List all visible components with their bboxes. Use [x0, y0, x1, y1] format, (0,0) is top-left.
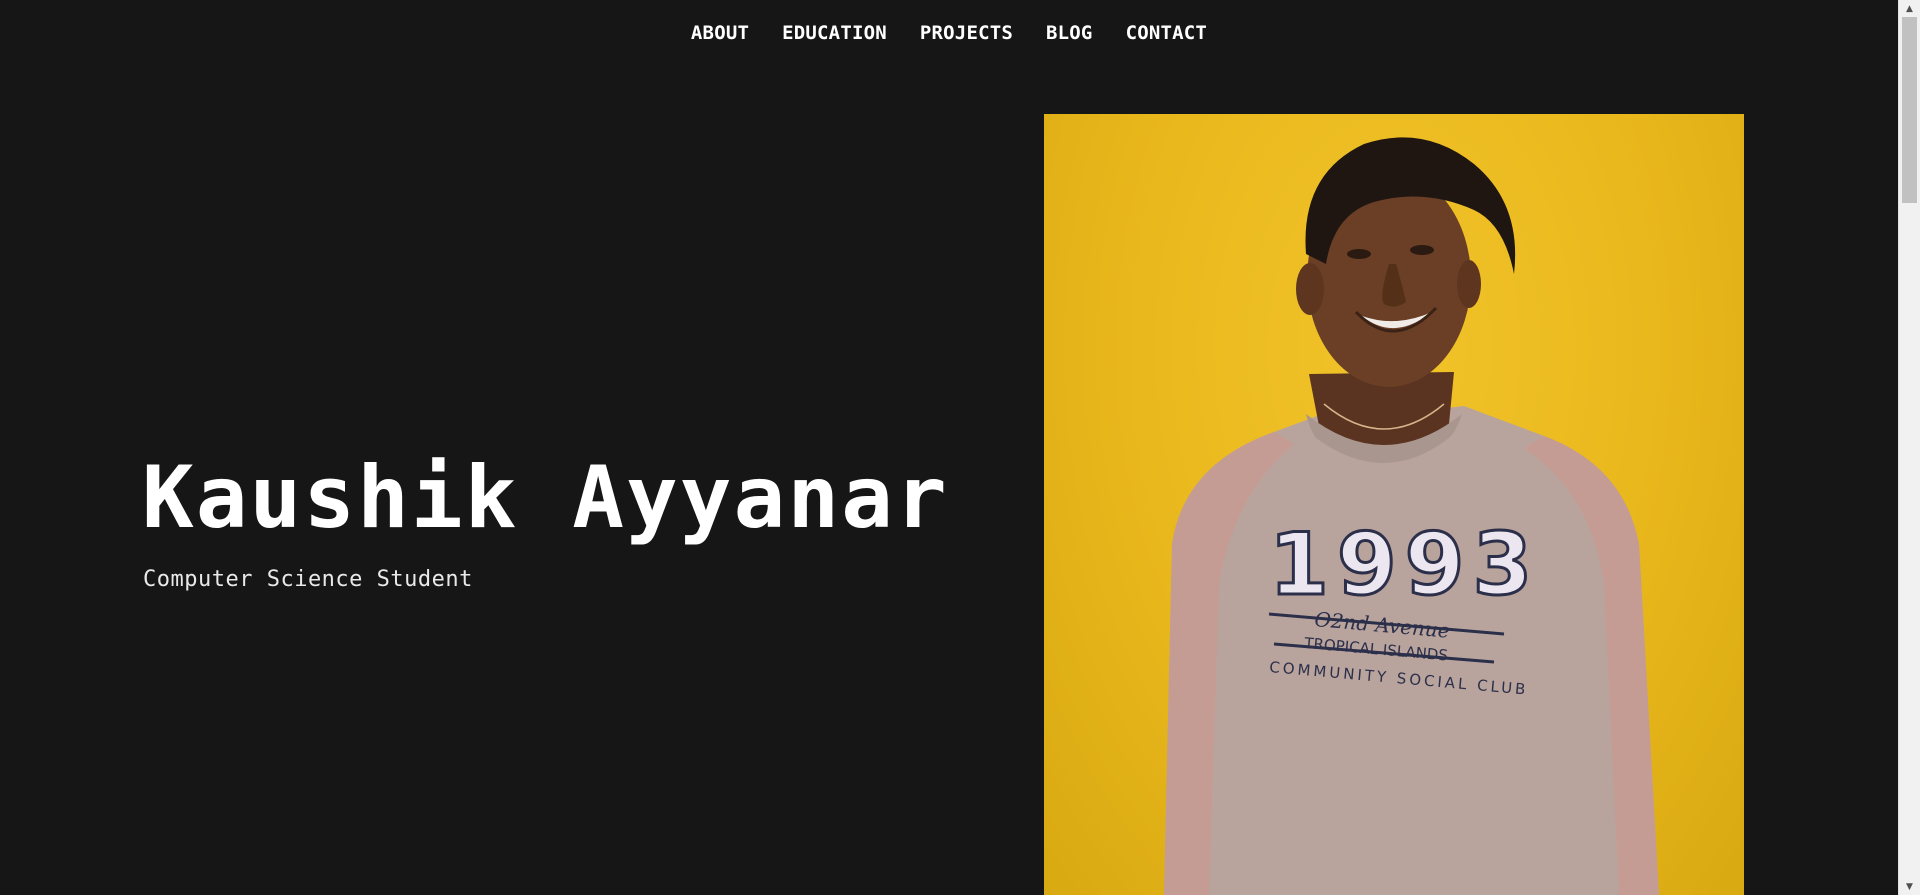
- scroll-down-arrow-icon[interactable]: ▼: [1899, 878, 1920, 895]
- profile-photo: 1993 O2nd Avenue TROPICAL ISLANDS COMMUN…: [1044, 114, 1744, 895]
- vertical-scrollbar[interactable]: ▲ ▼: [1898, 0, 1920, 895]
- nav-item-about[interactable]: ABOUT: [691, 22, 749, 44]
- nav-item-blog[interactable]: BLOG: [1046, 22, 1093, 44]
- main-nav: ABOUT EDUCATION PROJECTS BLOG CONTACT: [0, 22, 1898, 44]
- nav-item-contact[interactable]: CONTACT: [1126, 22, 1207, 44]
- hero-subtitle: Computer Science Student: [143, 567, 473, 592]
- nav-item-education[interactable]: EDUCATION: [782, 22, 887, 44]
- scroll-up-arrow-icon[interactable]: ▲: [1899, 0, 1920, 17]
- hero-name: Kaushik Ayyanar: [142, 448, 949, 548]
- scrollbar-thumb[interactable]: [1902, 17, 1917, 203]
- nav-item-projects[interactable]: PROJECTS: [920, 22, 1013, 44]
- page: ABOUT EDUCATION PROJECTS BLOG CONTACT Ka…: [0, 0, 1898, 895]
- svg-text:1993: 1993: [1269, 515, 1540, 615]
